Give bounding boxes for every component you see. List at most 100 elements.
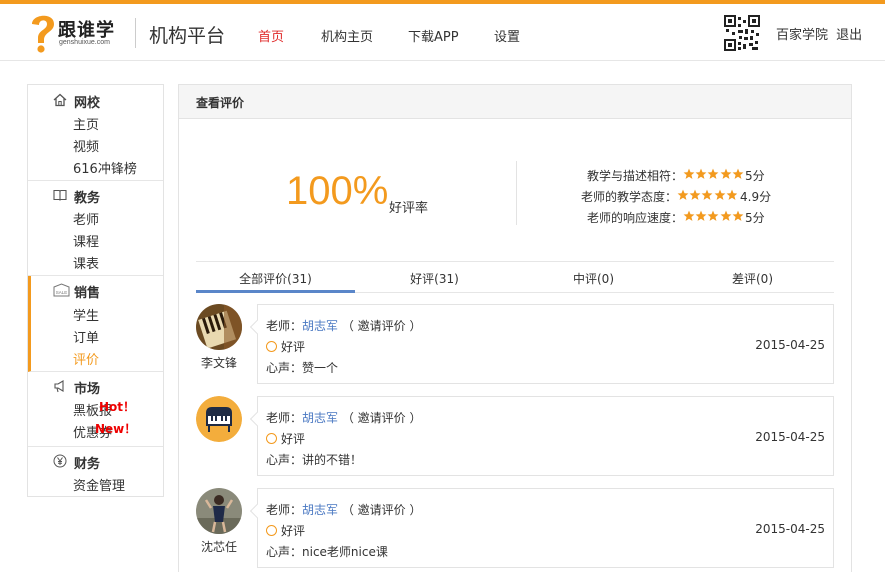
star-icon — [720, 168, 731, 179]
review-card: 老师：胡志军 （ 邀请评价 ） 好评 心声：讲的不错！ 2015-04-25 — [249, 396, 834, 476]
sidebar-title-market[interactable]: 市场 — [74, 378, 100, 397]
sidebar-title-academic[interactable]: 教务 — [74, 187, 100, 206]
positive-rate-label: 好评率 — [389, 201, 429, 216]
sidebar-item-courses[interactable]: 课程 — [73, 231, 99, 250]
nav-org-home[interactable]: 机构主页 — [321, 26, 373, 45]
score-row-attitude: 老师的教学态度： — [539, 188, 677, 204]
hot-badge: Hot！ — [99, 400, 136, 414]
star-icon — [683, 168, 695, 179]
review-item: 老师：胡志军 （ 邀请评价 ） 好评 心声：讲的不错！ 2015-04-25 — [196, 396, 834, 478]
star-icon — [683, 210, 695, 221]
sidebar-item-fund-management[interactable]: 资金管理 — [73, 475, 125, 494]
teacher-line: 老师：胡志军 （ 邀请评价 ） — [266, 317, 422, 334]
teacher-line: 老师：胡志军 （ 邀请评价 ） — [266, 501, 422, 518]
sale-tag-icon-text: SALE — [56, 290, 68, 295]
star-icon — [707, 168, 719, 179]
reviewer-name: 李文锋 — [200, 356, 237, 370]
sidebar-title-sales[interactable]: 销售 — [74, 282, 100, 301]
sidebar-item-schedule[interactable]: 课表 — [73, 253, 99, 272]
star-icon — [732, 210, 744, 221]
main-panel: 查看评价 100% 好评率 教学与描述相符： 5分 老师的教学态度： 4.9分 … — [178, 84, 852, 572]
smile-icon — [266, 341, 277, 352]
review-comment: 心声：讲的不错！ — [266, 453, 363, 467]
star-icon — [695, 210, 707, 221]
sidebar-item-reviews[interactable]: 评价 — [73, 349, 99, 368]
panel-title: 查看评价 — [196, 96, 245, 110]
nav-settings[interactable]: 设置 — [494, 26, 520, 45]
star-icon — [720, 210, 731, 221]
summary-divider — [516, 161, 517, 225]
card-pointer — [249, 411, 265, 427]
teacher-name-link[interactable]: 胡志军 — [302, 319, 338, 333]
rating-text: 好评 — [281, 524, 306, 538]
score-value-match: 5分 — [745, 169, 765, 183]
sidebar-section-finance: 财务 资金管理 — [28, 447, 163, 496]
sidebar-item-orders[interactable]: 订单 — [73, 327, 99, 346]
card-pointer — [249, 319, 265, 335]
piano-photo-icon — [196, 304, 242, 350]
qr-code-icon[interactable] — [724, 15, 760, 51]
tab-neutral[interactable]: 中评(0) — [514, 262, 673, 293]
score-label: 教学与描述相符： — [586, 169, 683, 183]
rating-line: 好评 — [266, 522, 305, 539]
sidebar-item-616-rank[interactable]: 616冲锋榜 — [73, 158, 137, 177]
reviewer-name: 沈芯任 — [200, 540, 237, 554]
yen-icon — [53, 454, 67, 468]
teacher-name-link[interactable]: 胡志军 — [302, 503, 338, 517]
sale-tag-icon: SALE — [53, 283, 70, 297]
sidebar-item-teachers[interactable]: 老师 — [73, 209, 99, 228]
score-row-response: 老师的响应速度： — [539, 209, 683, 225]
sidebar-item-students[interactable]: 学生 — [73, 305, 99, 324]
star-icon — [689, 189, 701, 200]
score-stars-response — [683, 210, 745, 222]
user-area: 百家学院 退出 — [776, 24, 862, 43]
invite-review[interactable]: （ 邀请评价 ） — [342, 503, 422, 517]
sidebar-section-market: 市场 黑板报 优惠券 Hot！ New！ — [28, 372, 163, 447]
tab-negative[interactable]: 差评(0) — [673, 262, 832, 293]
nav-download-app[interactable]: 下载APP — [408, 26, 459, 45]
home-icon — [53, 93, 67, 107]
user-name[interactable]: 百家学院 — [776, 28, 828, 43]
star-icon — [701, 189, 713, 200]
review-tabs: 全部评价(31) 好评(31) 中评(0) 差评(0) — [196, 261, 834, 293]
star-icon — [732, 168, 744, 179]
score-stars-match — [683, 168, 745, 180]
rating-text: 好评 — [281, 432, 306, 446]
sidebar-item-home[interactable]: 主页 — [73, 114, 99, 133]
rating-line: 好评 — [266, 430, 305, 447]
rating-text: 好评 — [281, 340, 306, 354]
sidebar-section-academic: 教务 老师 课程 课表 — [28, 181, 163, 276]
sidebar-title-school[interactable]: 网校 — [74, 92, 100, 111]
panel-header: 查看评价 — [179, 85, 851, 119]
tab-all-reviews[interactable]: 全部评价(31) — [196, 262, 355, 293]
avatar[interactable] — [196, 396, 242, 442]
score-value-response: 5分 — [745, 211, 765, 225]
review-card: 老师：胡志军 （ 邀请评价 ） 好评 心声：赞一个 2015-04-25 — [249, 304, 834, 384]
rating-line: 好评 — [266, 338, 305, 355]
teacher-name-link[interactable]: 胡志军 — [302, 411, 338, 425]
piano-avatar-icon — [196, 396, 242, 442]
logo[interactable]: 跟谁学 genshuixue.com — [28, 12, 128, 56]
invite-review[interactable]: （ 邀请评价 ） — [342, 319, 422, 333]
teacher-line: 老师：胡志军 （ 邀请评价 ） — [266, 409, 422, 426]
tab-positive[interactable]: 好评(31) — [355, 262, 514, 293]
teacher-prefix: 老师： — [266, 503, 303, 517]
teacher-prefix: 老师： — [266, 411, 303, 425]
logout-link[interactable]: 退出 — [836, 28, 862, 43]
avatar[interactable] — [196, 304, 242, 350]
question-mark-logo-icon — [32, 15, 54, 53]
sidebar-item-video[interactable]: 视频 — [73, 136, 99, 155]
sidebar-title-finance[interactable]: 财务 — [74, 453, 100, 472]
nav-home[interactable]: 首页 — [258, 26, 284, 45]
review-date: 2015-04-25 — [755, 522, 825, 536]
star-icon — [726, 189, 738, 200]
person-photo-icon — [196, 488, 242, 534]
score-label: 老师的教学态度： — [580, 190, 677, 204]
avatar[interactable] — [196, 488, 242, 534]
score-label: 老师的响应速度： — [586, 211, 683, 225]
header-divider — [135, 18, 136, 48]
invite-review[interactable]: （ 邀请评价 ） — [342, 411, 422, 425]
logo-domain-text: genshuixue.com — [59, 39, 110, 46]
platform-title: 机构平台 — [149, 25, 226, 47]
review-date: 2015-04-25 — [755, 430, 825, 444]
